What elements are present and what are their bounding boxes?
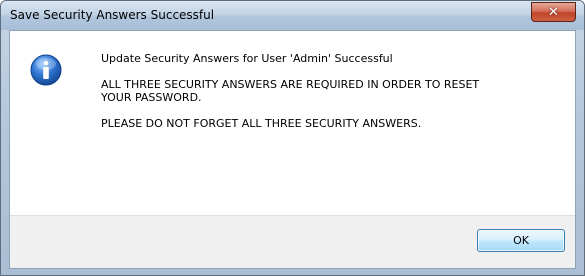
info-icon — [30, 54, 62, 86]
message-text: Update Security Answers for User 'Admin'… — [101, 52, 551, 143]
dialog-window: Save Security Answers Successful ✕ Updat… — [0, 0, 585, 276]
message-line-3: PLEASE DO NOT FORGET ALL THREE SECURITY … — [101, 117, 422, 130]
button-bar: OK — [10, 215, 575, 268]
close-icon: ✕ — [548, 4, 559, 20]
message-line-1: Update Security Answers for User 'Admin'… — [101, 52, 393, 65]
ok-button[interactable]: OK — [477, 229, 565, 252]
message-line-2: ALL THREE SECURITY ANSWERS ARE REQUIRED … — [101, 78, 480, 104]
window-title: Save Security Answers Successful — [10, 8, 215, 22]
title-bar[interactable]: Save Security Answers Successful ✕ — [1, 1, 584, 30]
close-button[interactable]: ✕ — [531, 2, 576, 22]
dialog-content: Update Security Answers for User 'Admin'… — [9, 30, 576, 269]
